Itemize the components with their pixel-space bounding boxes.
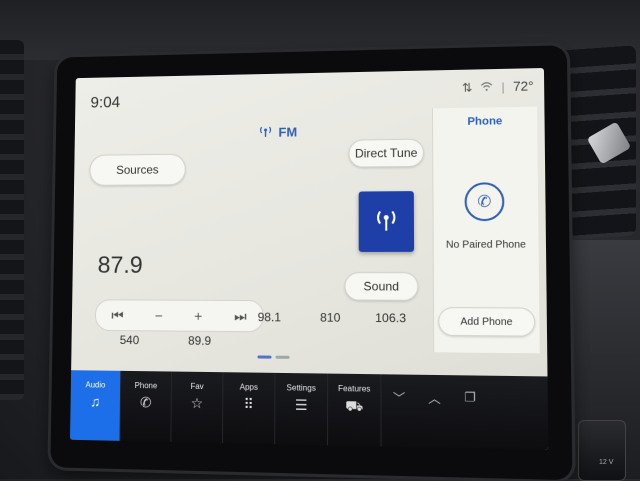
nav-settings[interactable]: Settings ☰: [275, 373, 328, 445]
divider: |: [501, 79, 504, 93]
page-dot: [257, 355, 271, 358]
status-bar: ⇅ | 72°: [462, 78, 534, 95]
bottom-nav-bar: Audio ♫ Phone ✆ Fav ☆ Apps ⠿ Settings ☰ …: [70, 370, 548, 450]
sources-button[interactable]: Sources: [89, 154, 186, 186]
nav-phone[interactable]: Phone ✆: [120, 371, 172, 442]
preset-button[interactable]: 810: [320, 310, 340, 324]
preset-button[interactable]: 540: [120, 333, 140, 347]
wifi-icon: [481, 80, 494, 94]
direct-tune-button[interactable]: Direct Tune: [349, 139, 425, 168]
nav-label: Audio: [86, 380, 106, 389]
radio-antenna-icon: [259, 125, 273, 140]
nav-apps[interactable]: Apps ⠿: [223, 372, 276, 444]
band-label: FM: [278, 125, 297, 140]
preset-page-indicator: [257, 355, 289, 358]
apps-grid-icon: ⠿: [244, 396, 254, 413]
outside-temperature: 72°: [513, 78, 534, 94]
infotainment-screen: 9:04 ⇅ | 72° FM Sources Direct Tune 87.9…: [70, 68, 548, 450]
chevron-up-icon[interactable]: ︿: [417, 375, 453, 448]
phone-signal-icon: ⇅: [462, 80, 473, 94]
preset-button[interactable]: 89.9: [188, 334, 211, 348]
nav-label: Phone: [135, 381, 158, 390]
copy-icon[interactable]: ❐: [452, 375, 488, 449]
preset-button[interactable]: 98.1: [258, 310, 281, 324]
nav-label: Fav: [190, 382, 203, 391]
left-air-vent: [0, 40, 24, 400]
music-note-icon: ♫: [90, 393, 100, 409]
clock: 9:04: [90, 95, 120, 113]
nav-fav[interactable]: Fav ☆: [171, 372, 223, 444]
sound-button[interactable]: Sound: [344, 272, 418, 301]
sliders-icon: ☰: [295, 397, 308, 415]
page-dot: [276, 356, 290, 359]
nav-label: Settings: [287, 383, 316, 393]
nav-label: Apps: [240, 383, 258, 392]
phone-icon[interactable]: ✆: [464, 182, 504, 221]
station-art-tile: [359, 191, 414, 252]
outlet-label: 12 V: [599, 459, 613, 466]
phone-handset-icon: ✆: [140, 394, 152, 411]
phone-panel-title: Phone: [433, 115, 537, 129]
nav-audio[interactable]: Audio ♫: [70, 370, 121, 441]
chevron-down-icon[interactable]: ﹀: [381, 374, 416, 447]
radio-band-indicator: FM: [259, 125, 298, 140]
preset-button[interactable]: 106.3: [375, 311, 406, 326]
phone-status: No Paired Phone: [434, 239, 539, 250]
broadcast-icon: [373, 206, 400, 237]
power-outlet-cover: 12 V: [578, 420, 626, 481]
infotainment-bezel: 9:04 ⇅ | 72° FM Sources Direct Tune 87.9…: [50, 45, 572, 480]
star-icon: ☆: [191, 395, 204, 412]
nav-features[interactable]: Features ⛟: [328, 374, 382, 447]
nav-label: Features: [338, 384, 370, 394]
current-frequency: 87.9: [97, 252, 142, 280]
add-phone-button[interactable]: Add Phone: [438, 307, 535, 337]
vehicle-icon: ⛟: [345, 397, 363, 417]
phone-panel: Phone ✆ No Paired Phone Add Phone: [432, 107, 540, 354]
